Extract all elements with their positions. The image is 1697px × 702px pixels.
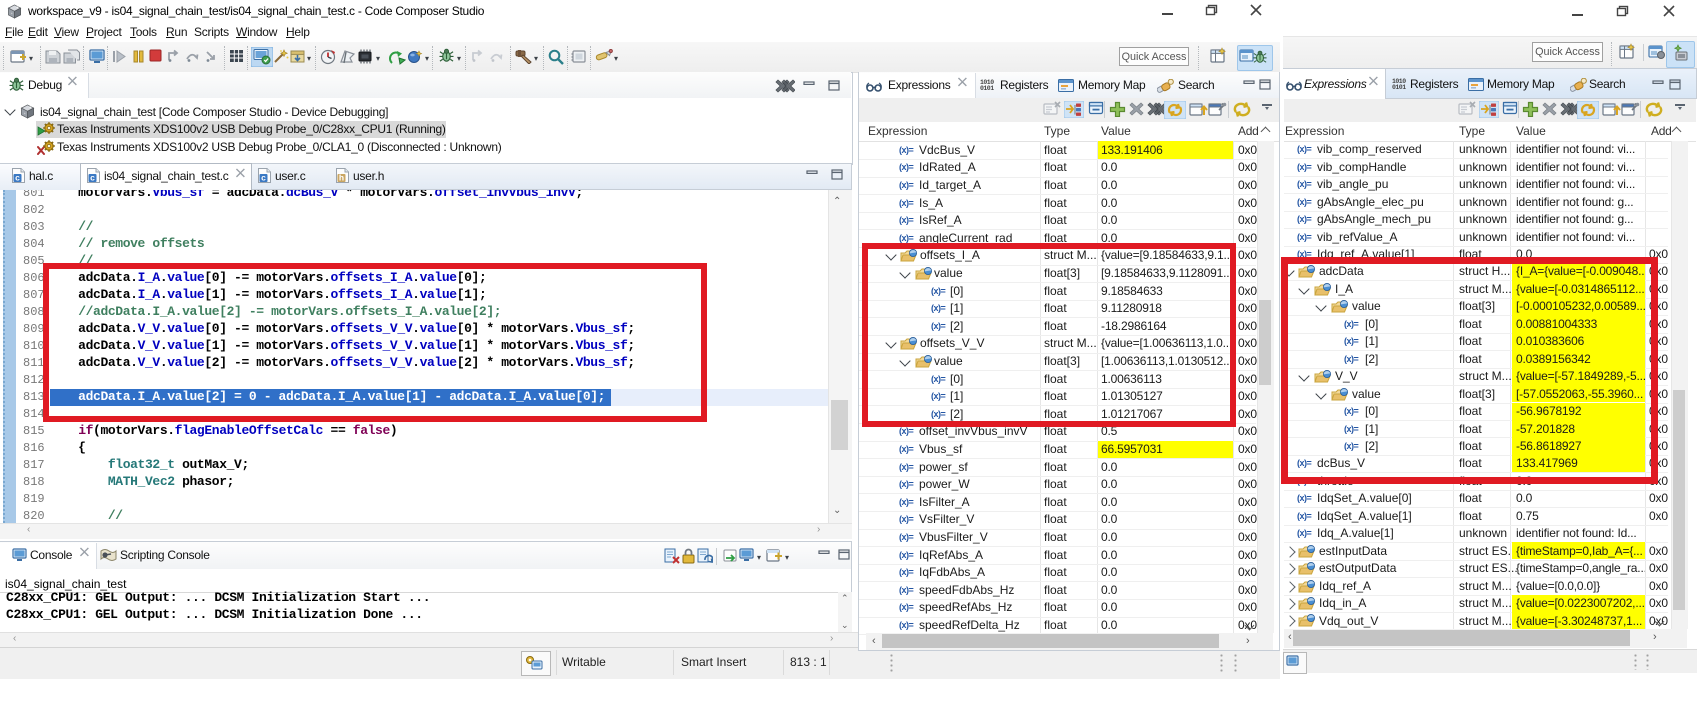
svg-text:c: c (90, 173, 95, 183)
svg-text:c: c (15, 173, 20, 183)
svg-text:h: h (339, 173, 344, 183)
svg-text:c: c (261, 173, 266, 183)
